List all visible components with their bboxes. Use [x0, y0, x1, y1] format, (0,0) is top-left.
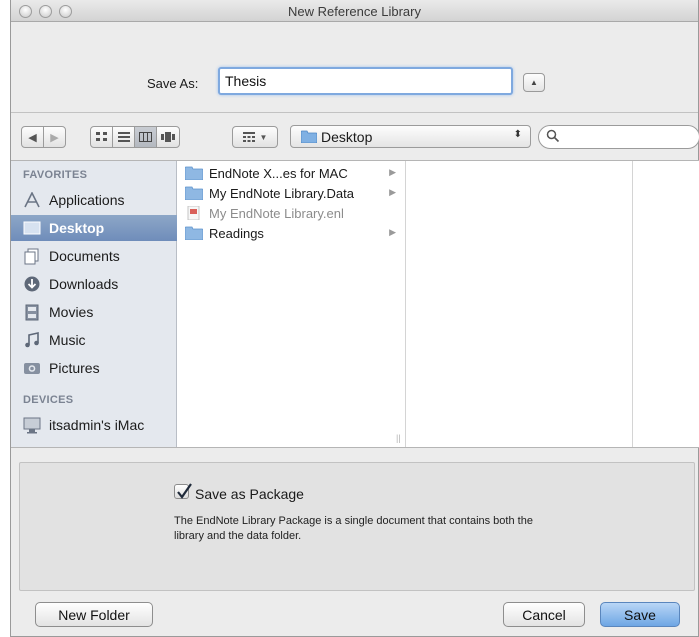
- list-item[interactable]: My EndNote Library.Data ▶: [178, 183, 406, 203]
- music-icon: [23, 331, 41, 349]
- file-browser: FAVORITES Applications Desktop Documents: [11, 160, 699, 448]
- dropdown-caret-icon: ▼: [259, 132, 268, 142]
- pictures-icon: [23, 359, 41, 377]
- window-title: New Reference Library: [288, 4, 421, 19]
- folder-icon: [185, 166, 203, 180]
- downloads-icon: [23, 275, 41, 293]
- forward-button[interactable]: ▶: [43, 126, 66, 148]
- favorites-heading: FAVORITES: [23, 169, 88, 181]
- sidebar-item-label: Documents: [49, 248, 120, 264]
- column-resize-handle[interactable]: ||: [396, 433, 401, 443]
- sidebar: FAVORITES Applications Desktop Documents: [11, 161, 177, 447]
- list-item[interactable]: My EndNote Library.enl: [178, 203, 406, 223]
- documents-icon: [23, 247, 41, 265]
- chevron-up-icon: ▲: [530, 78, 538, 87]
- save-as-label: Save As:: [147, 76, 199, 91]
- imac-icon: [23, 416, 41, 434]
- coverflow-view-button[interactable]: [156, 126, 180, 148]
- file-column: EndNote X...es for MAC ▶ My EndNote Libr…: [178, 161, 406, 447]
- list-item[interactable]: EndNote X...es for MAC ▶: [178, 163, 406, 183]
- folder-icon: [185, 186, 203, 200]
- movies-icon: [23, 303, 41, 321]
- sidebar-item-pictures[interactable]: Pictures: [11, 355, 177, 381]
- sidebar-item-label: itsadmin's iMac: [49, 417, 145, 433]
- list-item[interactable]: Readings ▶: [178, 223, 406, 243]
- file-name: My EndNote Library.Data: [209, 185, 354, 201]
- checkmark-icon: [177, 483, 192, 499]
- sidebar-item-downloads[interactable]: Downloads: [11, 271, 177, 297]
- sidebar-item-label: Pictures: [49, 360, 100, 376]
- title-bar: New Reference Library: [11, 0, 698, 22]
- up-down-arrows-icon: ⬍: [513, 129, 522, 140]
- forward-arrow-icon: ▶: [50, 131, 59, 144]
- list-view-button[interactable]: [112, 126, 135, 148]
- location-popup[interactable]: Desktop ⬍: [290, 125, 531, 148]
- sidebar-item-label: Music: [49, 332, 86, 348]
- search-icon: [546, 129, 560, 143]
- back-arrow-icon: ◀: [28, 131, 37, 144]
- arrange-menu-button[interactable]: ▼: [232, 126, 278, 148]
- new-folder-button[interactable]: New Folder: [35, 602, 153, 627]
- disclosure-arrow-icon: ▶: [389, 187, 396, 197]
- sidebar-item-documents[interactable]: Documents: [11, 243, 177, 269]
- icon-view-icon: [95, 132, 107, 141]
- desktop-icon: [23, 219, 41, 237]
- filename-input[interactable]: [218, 67, 513, 95]
- file-name: My EndNote Library.enl: [209, 205, 344, 221]
- folder-icon: [185, 226, 203, 240]
- divider: [11, 112, 698, 113]
- icon-view-button[interactable]: [90, 126, 113, 148]
- search-input[interactable]: [538, 125, 699, 149]
- save-as-package-label: Save as Package: [195, 486, 304, 502]
- sidebar-item-label: Applications: [49, 192, 125, 208]
- save-as-package-checkbox[interactable]: [174, 483, 192, 499]
- disclosure-arrow-icon: ▶: [389, 227, 396, 237]
- location-label: Desktop: [321, 129, 373, 145]
- file-name: EndNote X...es for MAC: [209, 165, 348, 181]
- save-dialog-window: New Reference Library Save As: ▲ ◀ ▶ ▼ D…: [10, 0, 699, 637]
- devices-heading: DEVICES: [23, 394, 74, 406]
- cancel-button[interactable]: Cancel: [503, 602, 585, 627]
- collapse-dialog-button[interactable]: ▲: [523, 73, 545, 92]
- column-view-button[interactable]: [134, 126, 157, 148]
- coverflow-view-icon: [161, 132, 175, 142]
- endnote-library-file-icon: [187, 206, 200, 220]
- package-description: The EndNote Library Package is a single …: [174, 515, 533, 542]
- sidebar-item-applications[interactable]: Applications: [11, 187, 177, 213]
- file-name: Readings: [209, 225, 264, 241]
- sidebar-item-label: Downloads: [49, 276, 119, 292]
- folder-icon: [301, 130, 317, 143]
- applications-icon: [23, 191, 41, 209]
- back-button[interactable]: ◀: [21, 126, 44, 148]
- empty-column: [407, 161, 633, 447]
- sidebar-item-label: Movies: [49, 304, 94, 320]
- sidebar-item-music[interactable]: Music: [11, 327, 177, 353]
- disclosure-arrow-icon: ▶: [389, 167, 396, 177]
- list-view-icon: [117, 132, 130, 142]
- sidebar-item-label: Desktop: [49, 220, 105, 236]
- sidebar-item-imac[interactable]: itsadmin's iMac: [11, 412, 177, 438]
- column-view-icon: [139, 132, 152, 142]
- arrange-grid-icon: [242, 132, 255, 142]
- save-button[interactable]: Save: [600, 602, 680, 627]
- sidebar-item-desktop[interactable]: Desktop: [11, 215, 177, 241]
- sidebar-item-movies[interactable]: Movies: [11, 299, 177, 325]
